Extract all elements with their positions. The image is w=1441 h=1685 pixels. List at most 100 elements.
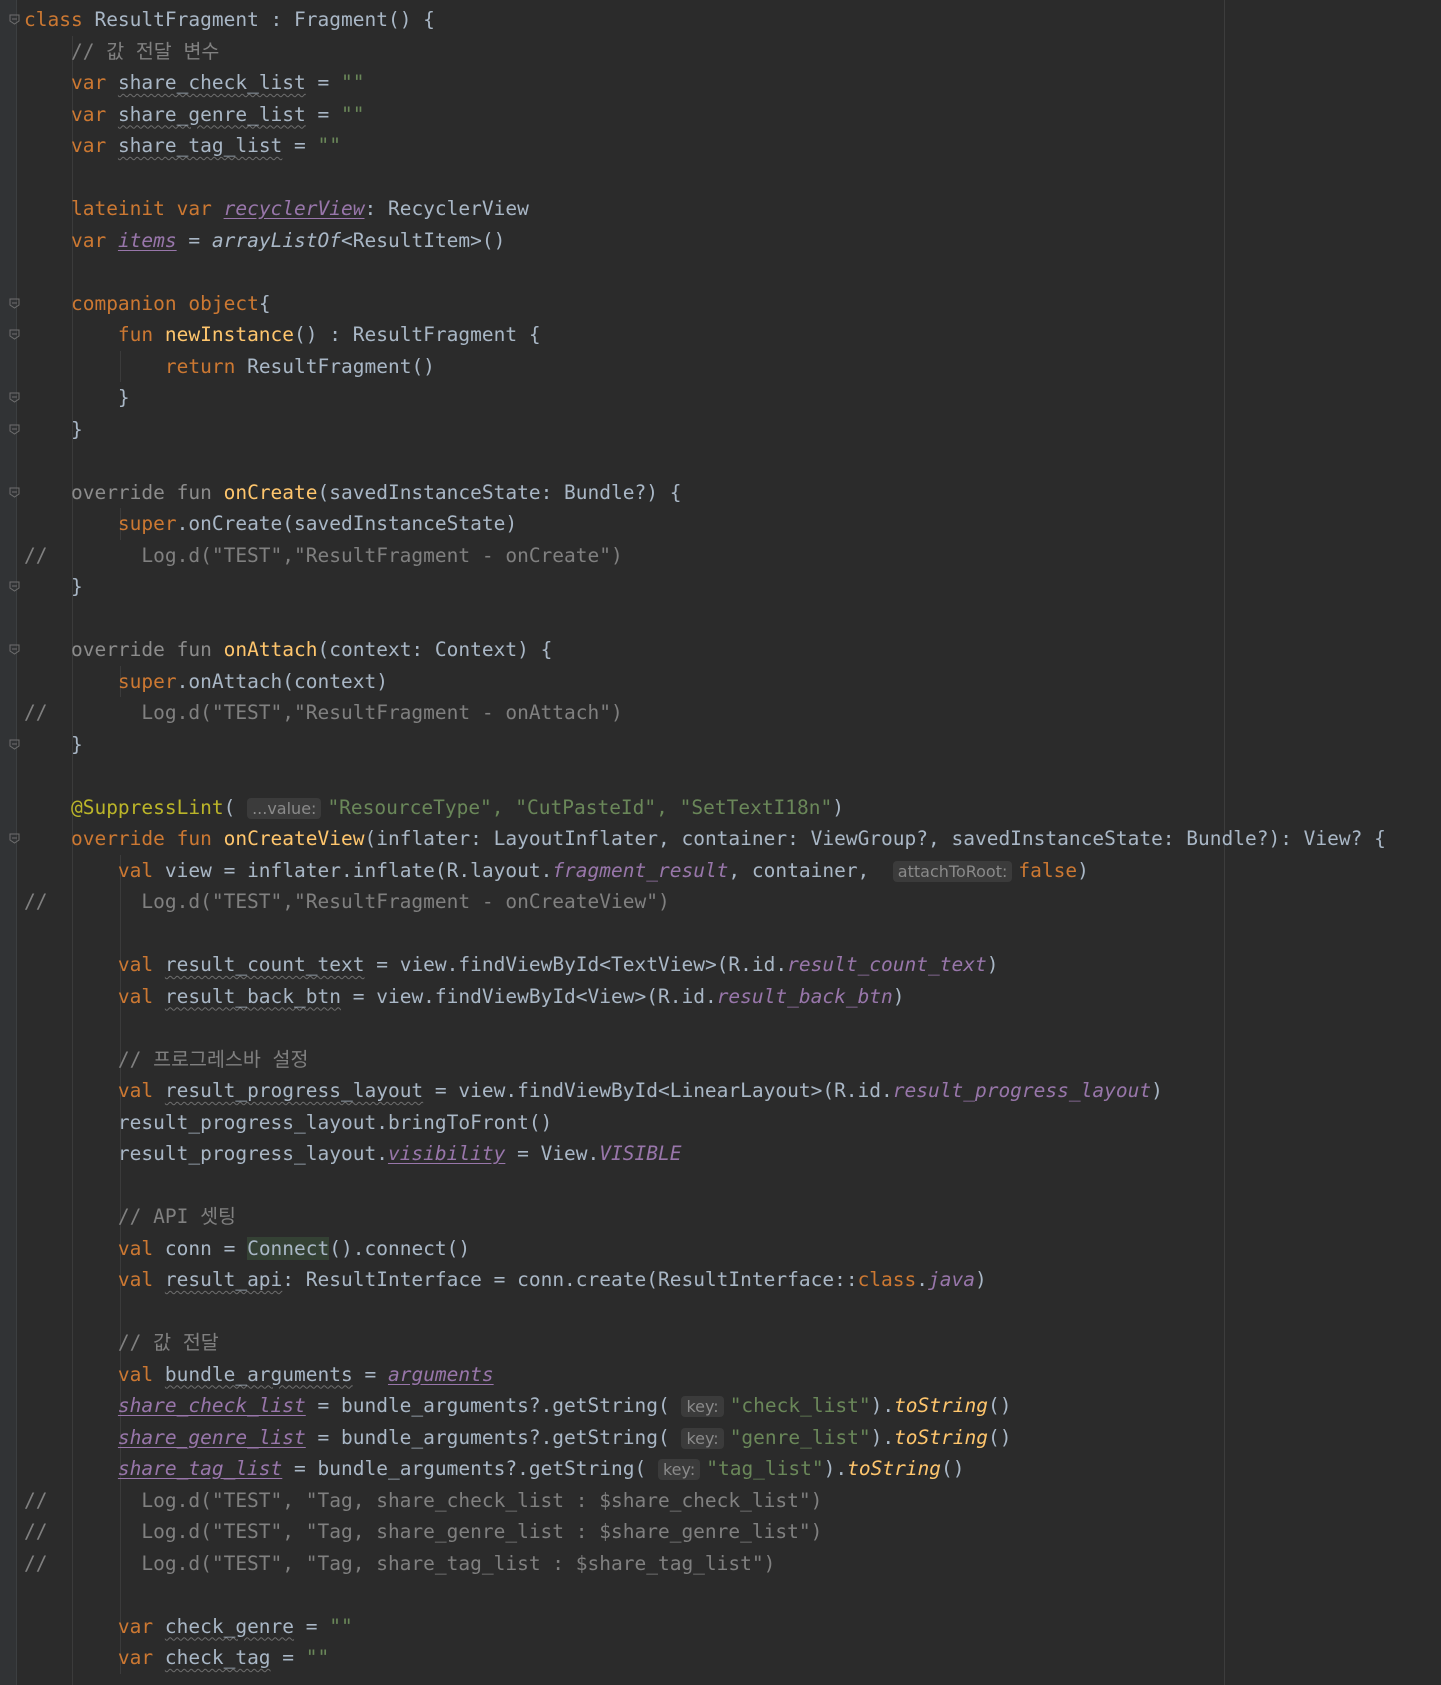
code-line[interactable]: var check_tag = "" [24, 1642, 329, 1674]
fold-toggle-icon[interactable] [9, 14, 20, 25]
code-line[interactable]: Log.d("TEST","ResultFragment - onCreateV… [24, 886, 669, 918]
code-line[interactable]: override fun onCreateView(inflater: Layo… [24, 823, 1386, 855]
fold-toggle-icon[interactable] [9, 424, 20, 435]
fold-toggle-icon[interactable] [9, 392, 20, 403]
code-line[interactable]: class ResultFragment : Fragment() { [24, 4, 435, 36]
code-token: "check_list" [729, 1394, 871, 1417]
code-line[interactable]: lateinit var recyclerView: RecyclerView [24, 193, 529, 225]
code-line[interactable]: } [24, 571, 83, 603]
code-token: share_check_list [117, 71, 306, 94]
code-token: recyclerView [223, 197, 365, 220]
code-line[interactable]: super.onCreate(savedInstanceState) [24, 508, 517, 540]
code-token: var [70, 134, 118, 157]
code-line[interactable]: val bundle_arguments = arguments [24, 1359, 494, 1391]
code-token: onCreate [223, 480, 318, 504]
code-line[interactable]: var share_genre_list = "" [24, 99, 365, 131]
code-line[interactable]: override fun onCreate(savedInstanceState… [24, 477, 682, 509]
code-token: val [117, 1268, 165, 1291]
code-line[interactable]: fun newInstance() : ResultFragment { [24, 319, 541, 351]
code-line[interactable]: super.onAttach(context) [24, 666, 388, 698]
code-line[interactable]: @SuppressLint( ...value: "ResourceType", … [24, 792, 844, 824]
code-token: super [117, 669, 177, 693]
code-line[interactable]: var share_check_list = "" [24, 67, 365, 99]
code-line[interactable]: Log.d("TEST", "Tag, share_tag_list : $sh… [24, 1548, 775, 1580]
code-line[interactable]: share_tag_list = bundle_arguments?.getSt… [24, 1453, 965, 1485]
code-line[interactable]: val result_back_btn = view.findViewById<… [24, 981, 905, 1013]
code-line[interactable]: // 프로그레스바 설정 [24, 1044, 308, 1076]
code-line[interactable]: Log.d("TEST", "Tag, share_check_list : $… [24, 1485, 822, 1517]
code-token: "ResourceType", "CutPasteId", "SetTextI1… [327, 795, 833, 819]
code-line[interactable]: val result_api: ResultInterface = conn.c… [24, 1264, 987, 1296]
code-token: result_api [164, 1268, 283, 1291]
code-token: "" [317, 134, 342, 157]
code-line[interactable]: } [24, 382, 130, 414]
code-token: } [24, 575, 83, 598]
fold-toggle-icon[interactable] [9, 581, 20, 592]
code-line[interactable]: } [24, 729, 83, 761]
code-line[interactable]: var check_genre = "" [24, 1611, 353, 1643]
code-token: Log.d("TEST", "Tag, share_genre_list : $… [24, 1520, 823, 1543]
code-token: val [117, 858, 165, 882]
code-line[interactable]: val conn = Connect().connect() [24, 1233, 470, 1265]
code-token: share_genre_list [117, 1425, 306, 1449]
code-line[interactable]: Log.d("TEST","ResultFragment - onAttach"… [24, 697, 623, 729]
fold-toggle-icon[interactable] [9, 833, 20, 844]
code-token: view = inflater.inflate(R.layout. [164, 858, 553, 882]
code-token: java [928, 1268, 975, 1291]
code-line[interactable]: result_progress_layout.bringToFront() [24, 1107, 552, 1139]
code-token: var [70, 71, 118, 94]
code-line[interactable]: Log.d("TEST","ResultFragment - onCreate"… [24, 540, 622, 572]
code-line[interactable]: val result_progress_layout = view.findVi… [24, 1075, 1163, 1107]
fold-toggle-icon[interactable] [9, 644, 20, 655]
code-token: result_count_text [787, 953, 987, 976]
code-line[interactable]: result_progress_layout.visibility = View… [24, 1138, 682, 1170]
code-token: var [70, 102, 118, 126]
code-token: @SuppressLint [70, 795, 224, 819]
code-line[interactable]: override fun onAttach(context: Context) … [24, 634, 552, 666]
code-line[interactable]: share_genre_list = bundle_arguments?.get… [24, 1422, 1011, 1454]
code-line[interactable]: var share_tag_list = "" [24, 130, 341, 162]
code-line[interactable]: } [24, 414, 83, 446]
code-line[interactable]: companion object{ [24, 288, 271, 320]
code-token: fun [117, 323, 165, 346]
code-token: "" [341, 102, 365, 126]
code-token: .onAttach(context) [176, 669, 388, 693]
fold-toggle-icon[interactable] [9, 329, 20, 340]
fold-toggle-icon[interactable] [9, 487, 20, 498]
code-line[interactable]: var items = arrayListOf<ResultItem>() [24, 225, 505, 257]
code-token: lateinit var [70, 197, 224, 220]
code-line[interactable]: val view = inflater.inflate(R.layout.fra… [24, 855, 1089, 887]
code-line[interactable]: // 값 전달 변수 [24, 36, 219, 68]
code-token: Connect [247, 1236, 330, 1260]
parameter-hint: attachToRoot: [892, 860, 1013, 882]
code-token: ). [870, 1425, 895, 1449]
code-editor[interactable]: //////////// class ResultFragment : Frag… [0, 0, 1441, 1685]
code-line[interactable]: val result_count_text = view.findViewByI… [24, 949, 999, 981]
code-token: "" [341, 71, 365, 94]
code-line[interactable]: share_check_list = bundle_arguments?.get… [24, 1390, 1011, 1422]
code-line[interactable]: // 값 전달 [24, 1327, 219, 1359]
fold-toggle-icon[interactable] [9, 739, 20, 750]
code-line[interactable]: Log.d("TEST", "Tag, share_genre_list : $… [24, 1516, 822, 1548]
fold-toggle-icon[interactable] [9, 298, 20, 309]
code-token: = bundle_arguments?.getString( [305, 1394, 682, 1417]
code-line[interactable]: // API 셋팅 [24, 1201, 236, 1233]
code-token: share_check_list [117, 1394, 306, 1417]
parameter-hint: key: [657, 1459, 701, 1480]
code-token: "" [305, 1646, 330, 1669]
code-line[interactable]: return ResultFragment() [24, 351, 435, 383]
code-token: Log.d("TEST","ResultFragment - onAttach"… [24, 701, 623, 724]
code-token: = [352, 1362, 388, 1386]
